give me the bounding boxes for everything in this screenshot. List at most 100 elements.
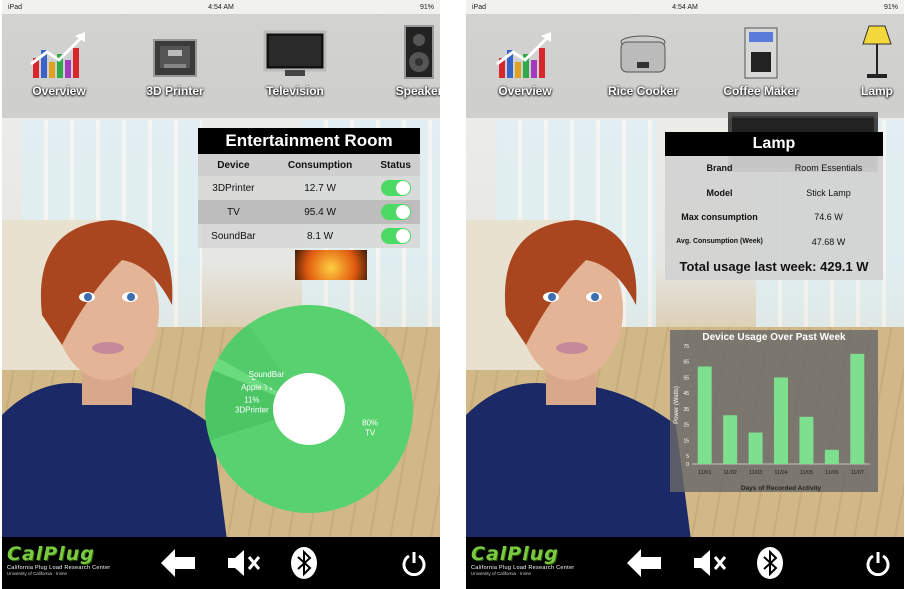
pie-slice-percent: 11%	[244, 396, 259, 405]
bluetooth-button[interactable]	[752, 545, 788, 581]
device-table: Device Consumption Status 3DPrinter 12.7…	[198, 154, 420, 248]
dock-label: Coffee Maker	[723, 84, 799, 98]
device-name: TV	[198, 200, 269, 224]
device-consumption: 95.4 W	[268, 200, 372, 224]
info-value: Stick Lamp	[806, 187, 851, 198]
y-tick-label: 75	[683, 344, 689, 350]
usage-chart-panel: Device Usage Over Past Week Power (Watts)…	[670, 330, 878, 492]
bottom-bar: CalPlug California Plug Load Research Ce…	[466, 537, 904, 589]
logo-text: CalPlug	[7, 543, 95, 565]
info-value: Room Essentials	[794, 163, 863, 174]
dock-item-lamp[interactable]: Lamp	[832, 22, 904, 98]
overview-chart-icon	[30, 32, 85, 78]
status-toggle[interactable]	[380, 228, 411, 244]
mute-button[interactable]	[226, 545, 262, 581]
dock-item-overview[interactable]: Overview	[480, 22, 570, 98]
mute-button[interactable]	[692, 545, 728, 581]
battery: 91%	[419, 3, 434, 11]
device-name: 3DPrinter	[212, 182, 255, 194]
bar	[850, 353, 865, 464]
device-name: SoundBar	[211, 230, 256, 242]
clock: 4:54 AM	[672, 3, 698, 11]
lamp-title: Lamp	[752, 135, 796, 152]
room-title: Entertainment Room	[198, 128, 420, 154]
pie-slice-label: TV	[365, 428, 376, 437]
dock-label: Overview	[498, 84, 552, 98]
device-consumption: 8.1 W	[307, 230, 334, 242]
back-button[interactable]	[160, 545, 196, 581]
status-toggle[interactable]	[380, 204, 411, 220]
dock-item-3d-printer[interactable]: 3D Printer	[130, 22, 220, 98]
lamp-info-row: Brand Room Essentials	[665, 156, 883, 181]
dock-label: Overview	[32, 84, 86, 98]
x-tick-label: 11/05	[800, 470, 813, 476]
info-value: 47.68 W	[811, 236, 846, 247]
info-value: 74.6 W	[814, 212, 843, 223]
calplug-logo: CalPlug California Plug Load Research Ce…	[471, 543, 616, 583]
dock-label: Lamp	[860, 84, 893, 98]
lamp-power-toggle[interactable]	[839, 136, 869, 152]
lamp-detail-panel: Lamp Brand Room Essentials Model Stick Lam…	[665, 132, 883, 280]
power-button[interactable]	[860, 545, 896, 581]
speaker-mute-icon	[694, 550, 727, 576]
lamp-info-row: Avg. Consumption (Week) 47.68 W	[665, 230, 883, 255]
x-tick-label: 11/04	[774, 470, 787, 476]
fireplace	[295, 250, 367, 280]
bar	[799, 416, 814, 464]
battery: 91%	[883, 3, 898, 11]
y-tick-label: 0	[686, 462, 689, 468]
back-arrow-icon	[161, 549, 195, 577]
carrier: iPad	[8, 3, 23, 11]
power-icon	[402, 552, 426, 576]
column-header: Status	[371, 154, 420, 176]
dock-item-coffee-maker[interactable]: Coffee Maker	[716, 22, 806, 98]
bluetooth-icon	[757, 547, 783, 579]
pie-slice-label: SoundBar	[249, 370, 285, 379]
device-dock: Overview Rice Cooker Coffee Maker Lamp	[466, 14, 904, 118]
pie-slice-label: 3DPrinter	[235, 406, 269, 415]
column-header: Consumption	[268, 154, 372, 176]
table-row: SoundBar 8.1 W	[198, 224, 420, 248]
dock-item-overview[interactable]: Overview	[14, 22, 104, 98]
lamp-icon	[862, 25, 892, 78]
logo-subtitle-2: University of California · Irvine	[471, 571, 532, 576]
y-tick-label: 15	[683, 438, 689, 444]
left-screen: iPad 4:54 AM 91% Overview 3D Printer Tel…	[2, 0, 440, 589]
logo-subtitle-2: University of California · Irvine	[7, 571, 68, 576]
chart-title: Device Usage Over Past Week	[702, 332, 846, 343]
status-toggle[interactable]	[380, 180, 411, 196]
y-tick-label: 65	[683, 360, 689, 366]
speaker-icon	[404, 25, 434, 79]
dock-item-television[interactable]: Television	[250, 22, 340, 98]
x-axis-label: Days of Recorded Activity	[741, 485, 822, 492]
bar	[774, 377, 788, 464]
coffee-maker-icon	[744, 27, 778, 79]
bar	[723, 415, 738, 464]
lamp-info-row: Max consumption 74.6 W	[665, 205, 883, 230]
donut-hole	[273, 373, 345, 445]
y-axis-label: Power (Watts)	[674, 386, 680, 424]
back-button[interactable]	[626, 545, 662, 581]
info-key: Avg. Consumption (Week)	[676, 238, 763, 246]
table-row: TV 95.4 W	[198, 200, 420, 224]
x-tick-label: 11/01	[698, 470, 711, 476]
total-usage: Total usage last week: 429.1 W	[679, 259, 869, 274]
bar	[824, 449, 839, 464]
avatar	[466, 220, 691, 540]
carrier: iPad	[472, 3, 487, 11]
entertainment-room-panel: Entertainment Room Device Consumption St…	[198, 128, 420, 248]
clock: 4:54 AM	[208, 3, 234, 11]
power-button[interactable]	[396, 545, 432, 581]
bluetooth-button[interactable]	[286, 545, 322, 581]
dock-item-speaker[interactable]: Speaker	[374, 22, 440, 98]
lamp-panel-header: Lamp	[665, 132, 883, 156]
dock-label: Speaker	[395, 84, 440, 98]
y-tick-label: 5	[686, 454, 689, 460]
y-tick-label: 25	[683, 423, 689, 429]
column-header: Device	[198, 154, 269, 176]
y-tick-label: 45	[683, 391, 689, 397]
dock-item-rice-cooker[interactable]: Rice Cooker	[598, 22, 688, 98]
info-key: Brand	[706, 163, 733, 174]
status-bar: iPad 4:54 AM 91%	[466, 0, 904, 14]
logo-text: CalPlug	[471, 543, 559, 565]
